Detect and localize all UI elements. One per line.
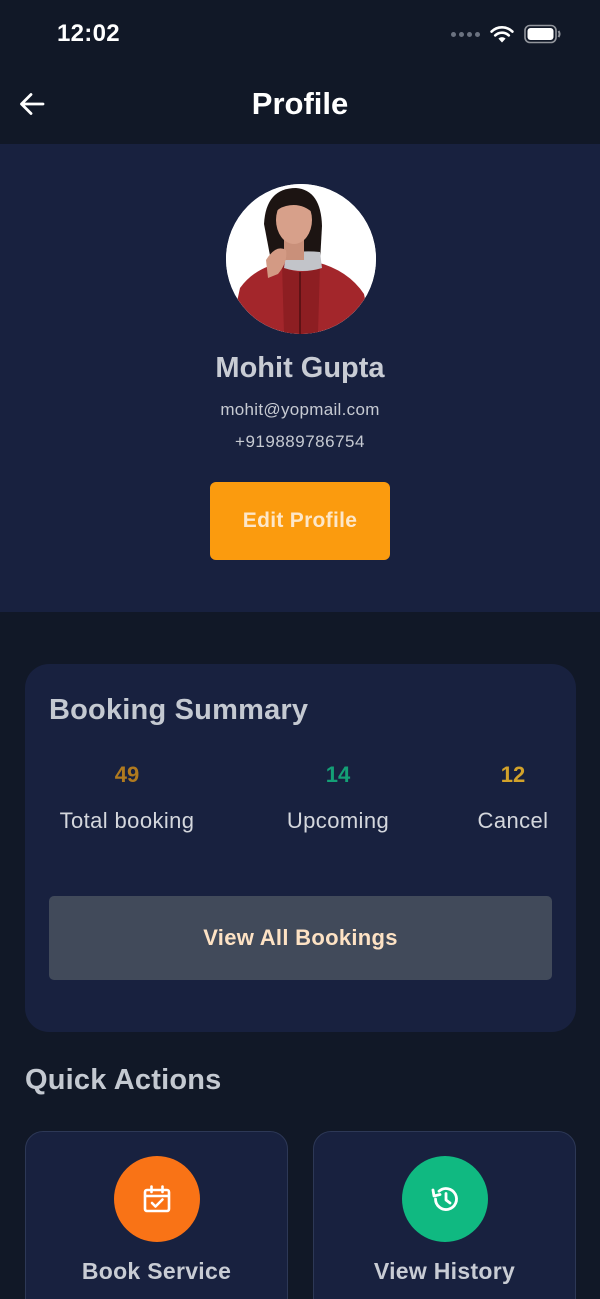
quick-actions-title: Quick Actions: [25, 1064, 222, 1096]
view-history-label: View History: [373, 1258, 516, 1284]
history-icon: [431, 1187, 458, 1211]
stat-upcoming: 14 Upcoming: [277, 762, 399, 834]
view-all-bookings-button[interactable]: View All Bookings: [49, 896, 552, 980]
stat-total-label: Total booking: [59, 808, 195, 833]
profile-section: Mohit Gupta mohit@yopmail.com +919889786…: [0, 144, 600, 612]
book-service-icon-circle: [114, 1156, 200, 1242]
stat-upcoming-value: 14: [325, 762, 351, 787]
stat-cancel: 12 Cancel: [471, 762, 555, 834]
status-icons: [451, 24, 562, 44]
view-history-card[interactable]: View History: [313, 1131, 576, 1299]
book-service-label: Book Service: [81, 1258, 232, 1284]
profile-name: Mohit Gupta: [215, 352, 385, 384]
stat-cancel-label: Cancel: [477, 808, 549, 833]
avatar[interactable]: [226, 184, 376, 334]
stat-total-value: 49: [114, 762, 140, 787]
app-header: Profile: [0, 68, 600, 144]
page-title: Profile: [251, 86, 349, 121]
wifi-icon: [490, 26, 514, 43]
battery-icon: [524, 24, 561, 44]
view-history-icon-circle: [402, 1156, 488, 1242]
stat-cancel-value: 12: [500, 762, 526, 787]
status-time: 12:02: [57, 20, 120, 47]
booking-summary-title: Booking Summary: [49, 694, 309, 726]
profile-phone: +919889786754: [235, 432, 365, 451]
signal-dots-icon: [451, 31, 480, 37]
booking-summary-card: Booking Summary 49 Total booking 14 Upco…: [25, 664, 576, 1032]
book-service-card[interactable]: Book Service: [25, 1131, 288, 1299]
stat-total-booking: 49 Total booking: [49, 762, 205, 834]
profile-screen: 12:02 Profile Mohit Gupta mohit@yopmail.…: [0, 0, 600, 1299]
profile-email: mohit@yopmail.com: [220, 400, 380, 419]
calendar-check-icon: [143, 1185, 171, 1213]
avatar-photo: [226, 184, 376, 334]
edit-profile-button[interactable]: Edit Profile: [210, 482, 390, 560]
status-bar: 12:02: [0, 0, 600, 68]
stat-upcoming-label: Upcoming: [286, 808, 390, 833]
